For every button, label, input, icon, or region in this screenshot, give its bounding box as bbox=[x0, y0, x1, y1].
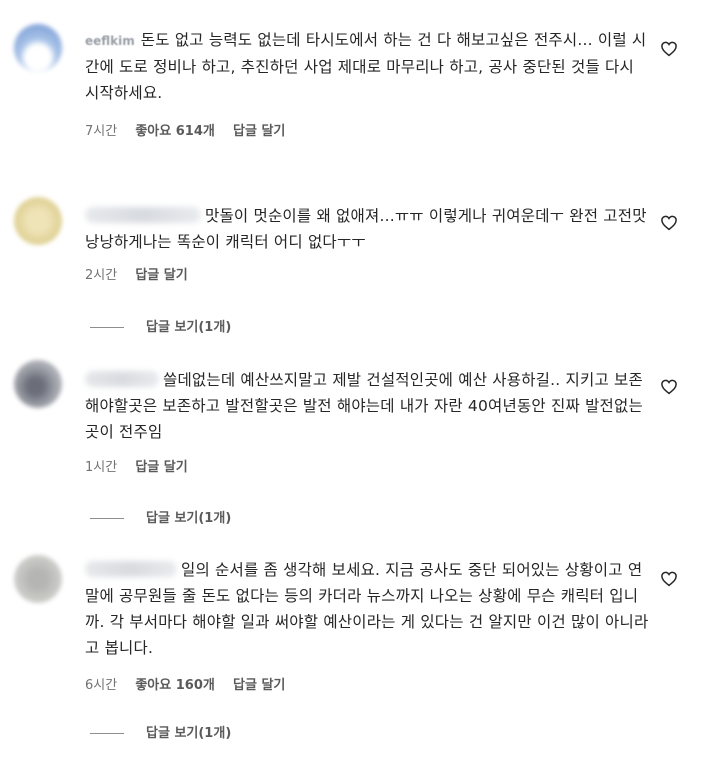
comment-time: 6시간 bbox=[85, 678, 118, 693]
comment-time: 1시간 bbox=[85, 460, 118, 475]
avatar[interactable] bbox=[14, 555, 62, 603]
view-replies-button[interactable]: 답글 보기(1개) bbox=[90, 722, 231, 741]
divider bbox=[90, 327, 124, 328]
comment-meta: 6시간 좋아요 160개 답글 달기 bbox=[85, 674, 299, 693]
reply-button[interactable]: 답글 달기 bbox=[135, 460, 187, 475]
reply-button[interactable]: 답글 달기 bbox=[135, 268, 187, 283]
comment-meta: 2시간 답글 달기 bbox=[85, 264, 202, 283]
view-replies-label: 답글 보기(1개) bbox=[146, 726, 232, 741]
view-replies-button[interactable]: 답글 보기(1개) bbox=[90, 507, 231, 526]
divider bbox=[90, 733, 124, 734]
comment-username[interactable] bbox=[85, 370, 159, 387]
comment-text: 돈도 없고 능력도 없는데 타시도에서 하는 건 다 해보고싶은 전주시... … bbox=[85, 31, 647, 102]
comment-text: 쓸데없는데 예산쓰지말고 제발 건설적인곳에 예산 사용하길.. 지키고 보존해… bbox=[85, 371, 643, 441]
view-replies-label: 답글 보기(1개) bbox=[146, 511, 232, 526]
comment-username[interactable] bbox=[85, 560, 177, 577]
heart-outline-icon[interactable] bbox=[660, 570, 678, 588]
comment-username[interactable]: eeflkim bbox=[85, 34, 135, 48]
comment-meta: 7시간 좋아요 614개 답글 달기 bbox=[85, 120, 299, 139]
avatar[interactable] bbox=[14, 360, 62, 408]
comment-meta: 1시간 답글 달기 bbox=[85, 456, 202, 475]
reply-button[interactable]: 답글 달기 bbox=[233, 678, 285, 693]
heart-outline-icon[interactable] bbox=[660, 214, 678, 232]
heart-outline-icon[interactable] bbox=[660, 40, 678, 58]
comment-username[interactable] bbox=[85, 206, 201, 223]
heart-outline-icon[interactable] bbox=[660, 378, 678, 396]
reply-button[interactable]: 답글 달기 bbox=[233, 124, 285, 139]
avatar[interactable] bbox=[14, 24, 62, 72]
comment-time: 7시간 bbox=[85, 124, 118, 139]
like-count[interactable]: 좋아요 160개 bbox=[135, 678, 215, 693]
view-replies-label: 답글 보기(1개) bbox=[146, 320, 232, 335]
like-count[interactable]: 좋아요 614개 bbox=[135, 124, 215, 139]
comment-time: 2시간 bbox=[85, 268, 118, 283]
avatar[interactable] bbox=[14, 197, 62, 245]
view-replies-button[interactable]: 답글 보기(1개) bbox=[90, 316, 231, 335]
divider bbox=[90, 518, 124, 519]
